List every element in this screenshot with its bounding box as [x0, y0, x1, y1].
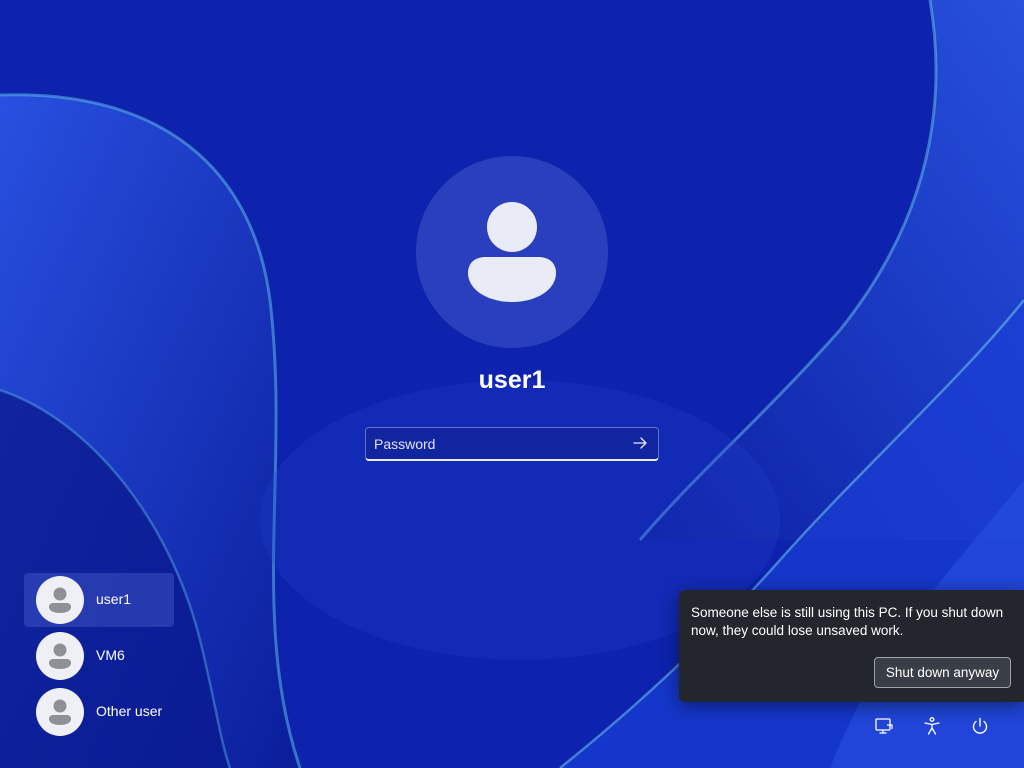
power-icon	[972, 717, 988, 734]
user-avatar	[416, 156, 608, 348]
user-list-item-other-user[interactable]: Other user	[24, 685, 174, 739]
user-list-item-user1[interactable]: user1	[24, 573, 174, 627]
user-list-item-vm6[interactable]: VM6	[24, 629, 174, 683]
network-button[interactable]	[870, 712, 898, 740]
network-icon	[875, 718, 893, 734]
user-list-name: user1	[96, 591, 132, 607]
username-label: user1	[478, 366, 546, 394]
shutdown-warning-flyout: Someone else is still using this PC. If …	[679, 590, 1024, 702]
password-field[interactable]	[365, 427, 659, 461]
lock-screen: user1 user1 VM6 Other user Someone else …	[0, 0, 1024, 768]
person-icon	[36, 632, 84, 680]
password-input[interactable]	[366, 428, 616, 459]
accessibility-button[interactable]	[918, 712, 946, 740]
power-button[interactable]	[966, 712, 994, 740]
user-list-name: Other user	[96, 703, 163, 719]
accessibility-icon	[924, 717, 940, 735]
shutdown-warning-message: Someone else is still using this PC. If …	[691, 605, 1004, 638]
shut-down-anyway-button[interactable]: Shut down anyway	[874, 657, 1011, 688]
person-icon	[36, 576, 84, 624]
arrow-right-icon[interactable]	[632, 435, 648, 451]
person-icon	[468, 202, 556, 302]
user-list-name: VM6	[96, 647, 125, 663]
person-icon	[36, 688, 84, 736]
